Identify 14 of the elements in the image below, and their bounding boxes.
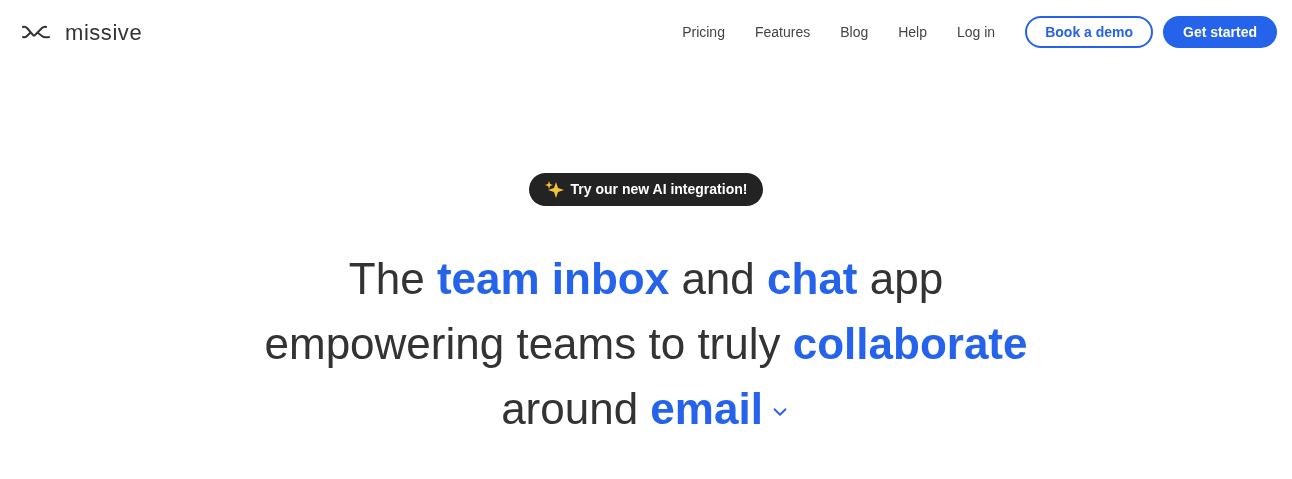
nav-link[interactable]: Help — [898, 21, 927, 43]
nav-link[interactable]: Pricing — [682, 21, 725, 43]
headline-line: The team inbox and chat app — [348, 253, 944, 305]
brand-name[interactable]: missive — [65, 15, 143, 49]
announcement-badge[interactable]: Try our new AI integration! — [528, 173, 764, 206]
demo-button[interactable]: Book a demo — [1025, 16, 1154, 48]
nav-link[interactable]: Log in — [957, 21, 996, 43]
get-started-button[interactable]: Get started — [1163, 16, 1277, 48]
headline-line: around email — [501, 383, 763, 435]
logo-icon[interactable] — [22, 25, 50, 39]
nav-link[interactable]: Blog — [840, 21, 869, 43]
headline-line: empowering teams to truly collaborate — [264, 318, 1028, 370]
nav-link[interactable]: Features — [754, 21, 811, 43]
sparkles-icon — [544, 179, 565, 200]
